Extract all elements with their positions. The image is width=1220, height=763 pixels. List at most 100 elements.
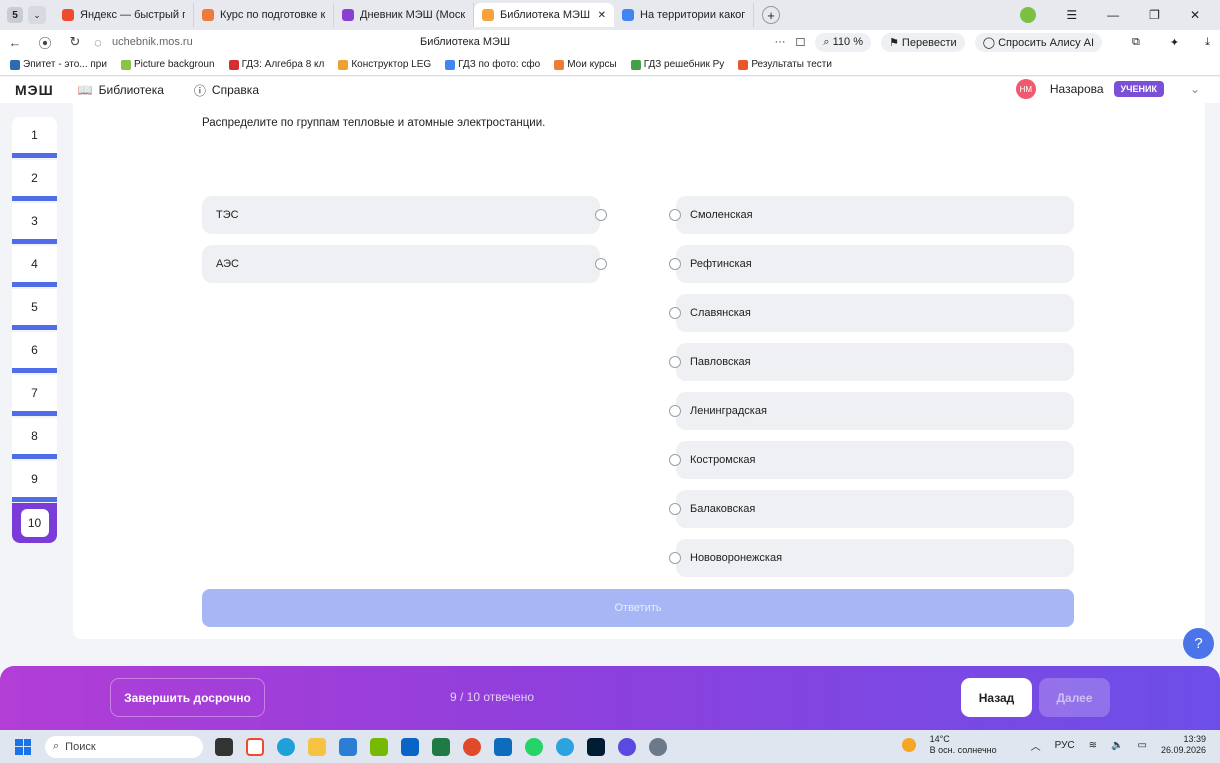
bookmark-item[interactable]: ГДЗ решебник Ру <box>630 59 724 70</box>
question-number-2[interactable]: 2 <box>12 160 57 201</box>
taskbar-search[interactable]: ⌕ Поиск <box>45 735 203 758</box>
item-row[interactable]: Славянская <box>669 294 1074 332</box>
help-button[interactable]: ? <box>1183 628 1214 659</box>
item-row[interactable]: Рефтинская <box>669 245 1074 283</box>
whatsapp-icon[interactable] <box>525 737 543 756</box>
file-explorer-icon[interactable] <box>308 737 326 756</box>
reload-icon[interactable]: ↻ <box>60 34 90 50</box>
question-number-3[interactable]: 3 <box>12 203 57 244</box>
outlook-alt-icon[interactable] <box>494 737 512 756</box>
tabs-dropdown-icon[interactable]: ⌄ <box>28 6 46 24</box>
edge-icon[interactable] <box>277 737 295 756</box>
mesh-logo[interactable]: МЭШ <box>15 82 54 98</box>
question-number-1[interactable]: 1 <box>12 117 57 158</box>
bookmark-item[interactable]: Конструктор LEG <box>338 59 431 70</box>
weather-widget[interactable]: 14°C В осн. солнечно <box>930 734 997 756</box>
group-row[interactable]: ТЭС <box>202 196 607 234</box>
yandex-browser-icon[interactable] <box>246 737 264 756</box>
bookmark-item[interactable]: Picture backgroun <box>120 59 215 70</box>
item-connector-radio[interactable] <box>669 307 681 319</box>
downloads-icon[interactable]: ⤓ <box>1205 36 1210 49</box>
browser-tab[interactable]: Библиотека МЭШ ✕ <box>474 3 614 27</box>
item-row[interactable]: Костромская <box>669 441 1074 479</box>
bookmark-favicon-icon <box>120 59 131 70</box>
answer-button[interactable]: Ответить <box>202 589 1074 627</box>
windows-start-icon[interactable] <box>15 738 31 755</box>
bookmark-icon[interactable]: ☐ <box>796 36 806 49</box>
item-connector-radio[interactable] <box>669 209 681 221</box>
browser-tab[interactable]: Курс по подготовке к ОГЭ <box>194 3 334 27</box>
nav-help[interactable]: ⓘ Справка <box>194 82 259 99</box>
excel-icon[interactable] <box>432 737 450 756</box>
item-connector-radio[interactable] <box>669 552 681 564</box>
volume-icon[interactable]: 🔈 <box>1111 740 1123 751</box>
clock[interactable]: 13:39 26.09.2026 <box>1161 734 1206 756</box>
zoom-button[interactable]: ⌕ 110 % <box>815 32 871 52</box>
user-menu[interactable]: НМ Назарова УЧЕНИК ⌄ <box>1015 79 1200 99</box>
browser-tab[interactable]: Дневник МЭШ (Московск <box>334 3 474 27</box>
language-indicator[interactable]: РУС <box>1055 740 1075 751</box>
battery-icon[interactable]: ▭ <box>1138 740 1147 751</box>
item-connector-radio[interactable] <box>669 356 681 368</box>
item-connector-radio[interactable] <box>669 258 681 270</box>
next-button[interactable]: Далее <box>1039 678 1110 717</box>
browser-tab[interactable]: Яндекс — быстрый поиск <box>54 3 194 27</box>
question-number-10[interactable]: 10 <box>12 503 57 543</box>
collections-icon[interactable]: ⧉ <box>1132 36 1140 49</box>
nvidia-icon[interactable] <box>370 737 388 756</box>
store-icon[interactable] <box>339 737 357 756</box>
url-text[interactable]: uchebnik.mos.ru <box>112 36 193 48</box>
question-number-4[interactable]: 4 <box>12 246 57 287</box>
item-row[interactable]: Балаковская <box>669 490 1074 528</box>
photoshop-icon[interactable] <box>587 737 605 756</box>
more-icon[interactable]: ··· <box>775 36 786 48</box>
close-tab-icon[interactable]: ✕ <box>598 10 606 21</box>
bookmark-item[interactable]: Мои курсы <box>554 59 617 70</box>
bookmark-item[interactable]: ГДЗ по фото: сфо <box>445 59 540 70</box>
bookmark-item[interactable]: ГДЗ: Алгебра 8 кл <box>228 59 324 70</box>
outlook-icon[interactable] <box>401 737 419 756</box>
office-icon[interactable] <box>463 737 481 756</box>
item-connector-radio[interactable] <box>669 454 681 466</box>
question-number-6[interactable]: 6 <box>12 332 57 373</box>
bookmark-item[interactable]: Результаты тести <box>738 59 832 70</box>
item-row[interactable]: Ленинградская <box>669 392 1074 430</box>
telegram-icon[interactable] <box>556 737 574 756</box>
question-number-5[interactable]: 5 <box>12 289 57 330</box>
extensions-icon[interactable]: ✦ <box>1170 36 1179 49</box>
group-row[interactable]: АЭС <box>202 245 607 283</box>
bookmark-item[interactable]: Эпитет - это... при <box>10 59 107 70</box>
nav-library[interactable]: 📖 Библиотека <box>78 83 164 97</box>
settings-gear-icon[interactable] <box>649 737 667 756</box>
tab-count-badge[interactable]: 5 <box>7 7 23 23</box>
item-connector-radio[interactable] <box>669 405 681 417</box>
chevron-down-icon[interactable]: ⌄ <box>1190 82 1200 96</box>
item-row[interactable]: Павловская <box>669 343 1074 381</box>
weather-icon[interactable] <box>901 738 916 752</box>
group-connector-radio[interactable] <box>595 258 607 270</box>
finish-early-button[interactable]: Завершить досрочно <box>110 678 265 717</box>
back-arrow-icon[interactable]: ← <box>0 35 30 50</box>
app-circle-icon[interactable] <box>618 737 636 756</box>
maximize-icon[interactable]: ❐ <box>1149 8 1160 22</box>
item-connector-radio[interactable] <box>669 503 681 515</box>
wifi-icon[interactable]: ≋ <box>1089 740 1097 751</box>
protect-icon[interactable]: ⦿ <box>30 33 60 52</box>
close-window-icon[interactable]: ✕ <box>1190 8 1200 22</box>
group-connector-radio[interactable] <box>595 209 607 221</box>
question-number-8[interactable]: 8 <box>12 418 57 459</box>
browser-tab[interactable]: На территории какого су <box>614 3 754 27</box>
question-number-7[interactable]: 7 <box>12 375 57 416</box>
menu-icon[interactable]: ☰ <box>1066 8 1077 22</box>
alice-icon[interactable] <box>1020 7 1037 23</box>
translate-button[interactable]: ⚑ Перевести <box>881 32 965 52</box>
item-row[interactable]: Смоленская <box>669 196 1074 234</box>
minimize-icon[interactable]: — <box>1107 8 1119 22</box>
new-tab-button[interactable]: + <box>762 6 780 24</box>
ask-alice-button[interactable]: ◯ Спросить Алису AI <box>974 32 1103 52</box>
taskview-icon[interactable] <box>215 737 233 756</box>
question-number-9[interactable]: 9 <box>12 461 57 502</box>
back-button[interactable]: Назад <box>961 678 1032 717</box>
item-row[interactable]: Нововоронежская <box>669 539 1074 577</box>
chevron-up-icon[interactable]: ︿ <box>1031 738 1041 753</box>
